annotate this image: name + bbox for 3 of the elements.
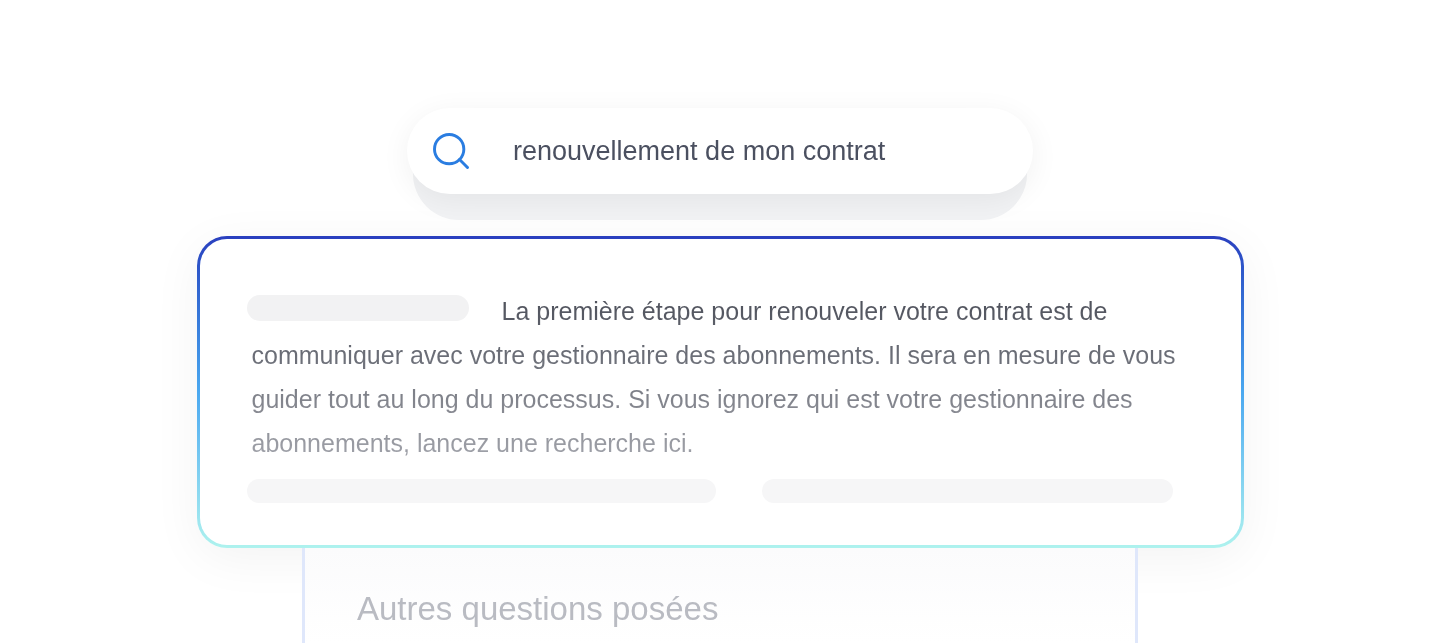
search-field[interactable]: renouvellement de mon contrat xyxy=(513,130,1033,172)
search-bar[interactable]: renouvellement de mon contrat xyxy=(407,108,1033,194)
related-title: Autres questions posées xyxy=(357,589,720,629)
